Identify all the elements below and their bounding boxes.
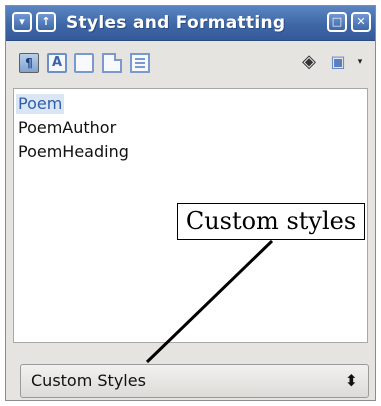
list-item-poemauthor[interactable]: PoemAuthor (18, 118, 116, 138)
character-styles-icon[interactable]: A (47, 53, 67, 73)
chevron-down-icon[interactable]: ▾ (355, 52, 365, 72)
close-icon[interactable]: ✕ (351, 12, 371, 32)
style-toolbar: ¶ A ◈ ▣ ▾ (6, 41, 375, 85)
maximize-icon[interactable]: □ (327, 12, 347, 32)
filter-value: Custom Styles (31, 371, 146, 390)
spin-arrows-icon: ⬍ (344, 371, 358, 390)
titlebar: ▾ ↑ Styles and Formatting □ ✕ (6, 6, 375, 41)
annotation-callout: Custom styles (177, 203, 365, 240)
arrow-up-icon[interactable]: ↑ (36, 12, 56, 32)
paint-bucket-icon[interactable]: ◈ (299, 52, 319, 72)
list-styles-icon[interactable] (130, 53, 150, 73)
chevron-down-icon[interactable]: ▾ (12, 12, 32, 32)
window-title: Styles and Formatting (66, 13, 286, 33)
page-styles-icon[interactable] (102, 53, 122, 73)
list-item-poem[interactable]: Poem (16, 94, 65, 114)
frame-styles-icon[interactable] (74, 53, 94, 73)
style-filter-select[interactable]: Custom Styles ⬍ (20, 364, 369, 398)
list-item-poemheading[interactable]: PoemHeading (18, 142, 129, 162)
new-style-icon[interactable]: ▣ (328, 52, 348, 72)
paragraph-styles-icon[interactable]: ¶ (19, 53, 39, 73)
